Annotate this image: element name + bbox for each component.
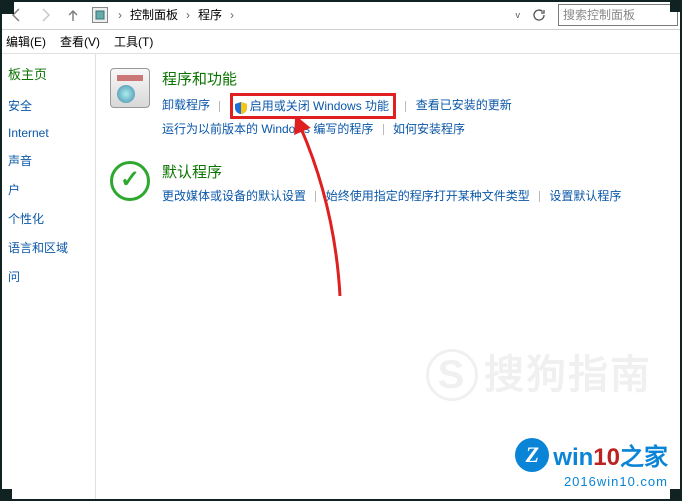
breadcrumb-control-panel[interactable]: 控制面板 — [128, 6, 180, 23]
sidebar-item-internet[interactable]: Internet — [0, 120, 95, 146]
link-always-open[interactable]: 始终使用指定的程序打开某种文件类型 — [326, 189, 530, 203]
logo-text: win10之家 — [553, 437, 668, 472]
defaults-icon — [110, 161, 152, 203]
chevron-down-icon[interactable]: v — [516, 10, 521, 20]
search-input[interactable]: 搜索控制面板 — [558, 4, 678, 26]
refresh-button[interactable] — [526, 3, 552, 27]
link-uninstall[interactable]: 卸载程序 — [162, 98, 210, 112]
category-defaults: 默认程序 更改媒体或设备的默认设置 始终使用指定的程序打开某种文件类型 设置默认… — [110, 161, 668, 206]
menu-view[interactable]: 查看(V) — [60, 33, 100, 50]
link-set-default[interactable]: 设置默认程序 — [549, 189, 621, 203]
sidebar-item-sound[interactable]: 声音 — [0, 146, 95, 175]
separator — [219, 101, 220, 112]
category-title-defaults[interactable]: 默认程序 — [162, 161, 668, 182]
back-button[interactable] — [4, 3, 30, 27]
sidebar-item-security[interactable]: 安全 — [0, 91, 95, 120]
menu-edit[interactable]: 编辑(E) — [6, 33, 46, 50]
chevron-right-icon[interactable]: › — [114, 8, 126, 22]
sidebar-title: 板主页 — [0, 64, 95, 91]
site-logo: Z win10之家 2016win10.com — [515, 437, 668, 489]
menu-tools[interactable]: 工具(T) — [114, 33, 153, 50]
category-title-programs[interactable]: 程序和功能 — [162, 68, 668, 89]
sidebar-item-account[interactable]: 户 — [0, 175, 95, 204]
sidebar-item-access[interactable]: 问 — [0, 262, 95, 291]
forward-button[interactable] — [32, 3, 58, 27]
category-programs: 程序和功能 卸载程序 启用或关闭 Windows 功能 查看已安装的更新 运行为… — [110, 68, 668, 139]
menu-bar: 编辑(E) 查看(V) 工具(T) — [0, 30, 682, 54]
separator — [383, 124, 384, 135]
separator — [539, 191, 540, 202]
control-panel-icon — [92, 7, 108, 23]
separator — [315, 191, 316, 202]
logo-url: 2016win10.com — [515, 474, 668, 489]
highlighted-link-windows-features: 启用或关闭 Windows 功能 — [230, 93, 396, 119]
separator — [405, 101, 406, 112]
link-how-install[interactable]: 如何安装程序 — [393, 122, 465, 136]
main-content: 程序和功能 卸载程序 启用或关闭 Windows 功能 查看已安装的更新 运行为… — [96, 54, 682, 501]
breadcrumb-programs[interactable]: 程序 — [196, 6, 224, 23]
link-view-updates[interactable]: 查看已安装的更新 — [416, 98, 512, 112]
sidebar: 板主页 安全 Internet 声音 户 个性化 语言和区域 问 — [0, 54, 96, 501]
link-run-previous[interactable]: 运行为以前版本的 Windows 编写的程序 — [162, 122, 373, 136]
up-button[interactable] — [60, 3, 86, 27]
chevron-right-icon[interactable]: › — [182, 8, 194, 22]
programs-icon — [110, 68, 152, 110]
sidebar-item-region[interactable]: 语言和区域 — [0, 233, 95, 262]
logo-z-icon: Z — [515, 438, 549, 472]
address-bar: › 控制面板 › 程序 › v 搜索控制面板 — [0, 0, 682, 30]
shield-icon — [235, 100, 247, 112]
chevron-right-icon[interactable]: › — [226, 8, 238, 22]
link-change-media[interactable]: 更改媒体或设备的默认设置 — [162, 189, 306, 203]
sidebar-item-personalize[interactable]: 个性化 — [0, 204, 95, 233]
link-windows-features[interactable]: 启用或关闭 Windows 功能 — [250, 96, 389, 116]
